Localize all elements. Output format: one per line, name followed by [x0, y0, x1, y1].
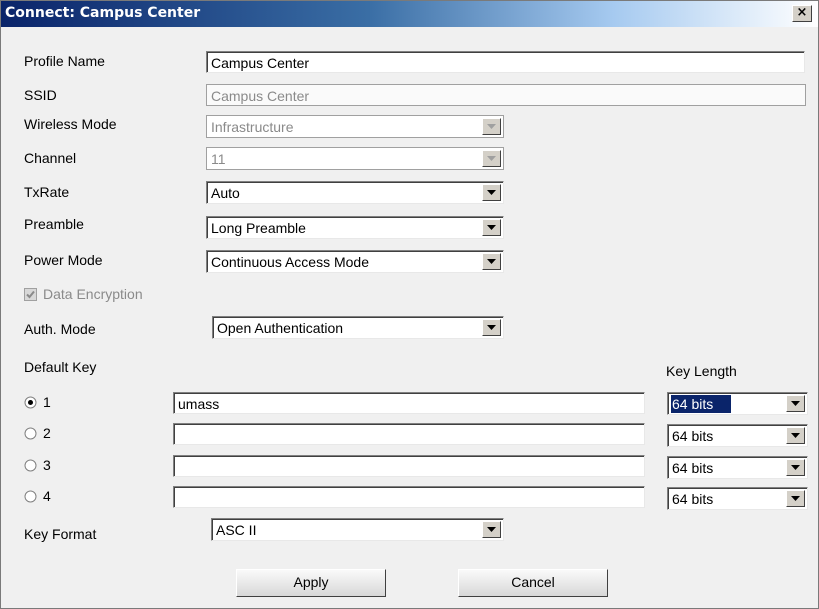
key-length-label: Key Length: [666, 363, 737, 379]
key-3-number: 3: [43, 457, 51, 473]
connect-dialog: Connect: Campus Center × Profile Name Ca…: [0, 0, 819, 609]
key-4-input[interactable]: [173, 486, 645, 508]
chevron-down-icon[interactable]: [786, 459, 805, 476]
profile-name-input[interactable]: Campus Center: [206, 51, 805, 73]
channel-label: Channel: [24, 150, 77, 166]
key-3-length-select[interactable]: 64 bits: [667, 456, 808, 479]
auth-mode-label: Auth. Mode: [24, 321, 96, 337]
profile-name-label: Profile Name: [24, 53, 105, 69]
close-button[interactable]: ×: [792, 5, 812, 22]
preamble-label: Preamble: [24, 216, 84, 232]
radio-icon[interactable]: [24, 427, 37, 440]
key-3-length-value: 64 bits: [672, 460, 714, 476]
key-2-input[interactable]: [173, 423, 645, 445]
power-mode-select[interactable]: Continuous Access Mode: [206, 250, 504, 273]
chevron-down-icon[interactable]: [786, 427, 805, 444]
auth-mode-select[interactable]: Open Authentication: [212, 316, 504, 339]
wireless-mode-value: Infrastructure: [211, 119, 294, 135]
txrate-select[interactable]: Auto: [206, 181, 504, 204]
channel-select: 11: [206, 147, 504, 170]
wireless-mode-label: Wireless Mode: [24, 116, 117, 132]
chevron-down-icon[interactable]: [482, 521, 501, 538]
key-2-length-select[interactable]: 64 bits: [667, 424, 808, 447]
chevron-down-icon[interactable]: [482, 253, 501, 270]
key-1-input[interactable]: umass: [173, 392, 645, 414]
chevron-down-icon[interactable]: [786, 490, 805, 507]
key-2-length-value: 64 bits: [672, 428, 714, 444]
key-4-length-select[interactable]: 64 bits: [667, 487, 808, 510]
preamble-value: Long Preamble: [211, 220, 306, 236]
preamble-select[interactable]: Long Preamble: [206, 216, 504, 239]
apply-button[interactable]: Apply: [236, 569, 386, 597]
ssid-label: SSID: [24, 87, 57, 103]
radio-icon[interactable]: [24, 459, 37, 472]
key-1-number: 1: [43, 394, 51, 410]
default-key-label: Default Key: [24, 359, 97, 375]
key-4-length-value: 64 bits: [672, 491, 714, 507]
key-1-length-select[interactable]: 64 bits: [667, 392, 808, 415]
data-encryption-checkbox: [24, 288, 37, 301]
chevron-down-icon[interactable]: [482, 184, 501, 201]
radio-icon[interactable]: [24, 490, 37, 503]
chevron-down-icon[interactable]: [482, 319, 501, 336]
key-format-select[interactable]: ASC II: [211, 518, 504, 541]
txrate-value: Auto: [211, 185, 240, 201]
chevron-down-icon[interactable]: [482, 219, 501, 236]
auth-mode-value: Open Authentication: [217, 320, 344, 336]
txrate-label: TxRate: [24, 184, 70, 200]
chevron-down-icon: [482, 150, 501, 167]
key-4-number: 4: [43, 488, 51, 504]
channel-value: 11: [211, 151, 226, 167]
radio-icon[interactable]: [24, 396, 37, 409]
chevron-down-icon: [482, 118, 501, 135]
title-bar: Connect: Campus Center ×: [1, 1, 818, 27]
key-format-label: Key Format: [24, 526, 97, 542]
data-encryption-label: Data Encryption: [43, 286, 143, 302]
close-icon[interactable]: ×: [797, 5, 808, 20]
key-1-length-value: 64 bits: [671, 395, 732, 413]
power-mode-value: Continuous Access Mode: [211, 254, 369, 270]
key-3-input[interactable]: [173, 455, 645, 477]
cancel-button[interactable]: Cancel: [458, 569, 608, 597]
wireless-mode-select: Infrastructure: [206, 115, 504, 138]
chevron-down-icon[interactable]: [786, 395, 805, 412]
key-2-number: 2: [43, 425, 51, 441]
key-format-value: ASC II: [216, 522, 257, 538]
power-mode-label: Power Mode: [24, 252, 103, 268]
ssid-input: Campus Center: [206, 84, 806, 106]
window-title: Connect: Campus Center: [5, 5, 201, 21]
